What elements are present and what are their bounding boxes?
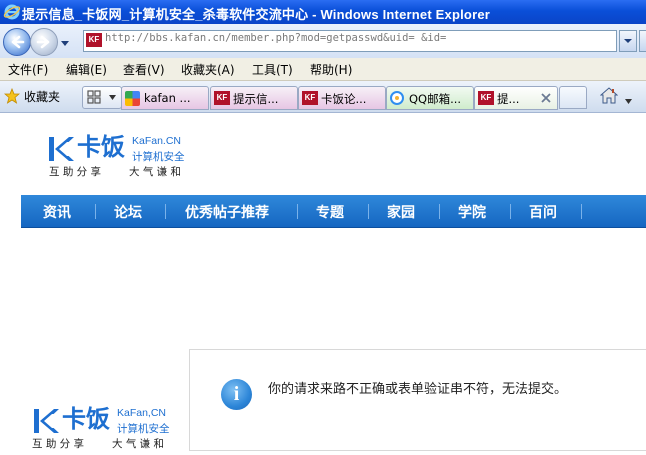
logo-slogan-right: 大 气 谦 和	[129, 166, 182, 178]
window-title-bar: 提示信息_卡饭网_计算机安全_杀毒软件交流中心 - Windows Intern…	[0, 0, 646, 24]
menu-file[interactable]: 文件(F)	[8, 61, 48, 78]
nav-divider	[581, 204, 582, 219]
nav-faq[interactable]: 百问	[529, 202, 557, 222]
tab-label: kafan ...	[144, 91, 191, 105]
logo-slogan-left: 互 助 分 享	[32, 438, 85, 450]
star-icon	[4, 88, 20, 104]
refresh-button[interactable]	[639, 30, 646, 52]
new-tab-button[interactable]	[559, 86, 587, 109]
address-dropdown-button[interactable]	[619, 30, 637, 52]
nav-divider	[95, 204, 96, 219]
quick-tabs-icon	[87, 90, 101, 104]
tab-label: 提...	[497, 92, 520, 106]
chevron-down-icon	[624, 39, 632, 43]
nav-topics[interactable]: 专题	[316, 202, 344, 222]
nav-home[interactable]: 家园	[387, 202, 415, 222]
home-dropdown[interactable]	[625, 93, 632, 107]
tab-label: 提示信...	[233, 92, 279, 106]
nav-divider	[368, 204, 369, 219]
internet-explorer-icon	[3, 3, 21, 21]
info-icon: i	[221, 379, 252, 410]
tab-notice[interactable]: KF 提示信...	[210, 86, 298, 110]
menu-view[interactable]: 查看(V)	[123, 61, 165, 78]
nav-featured-posts[interactable]: 优秀帖子推荐	[185, 202, 269, 222]
menu-favorites[interactable]: 收藏夹(A)	[181, 61, 235, 78]
home-button[interactable]	[599, 87, 619, 107]
tab-bar: 收藏夹 kafan ... KF 提示信... KF 卡饭论... QQ邮箱..…	[0, 81, 646, 113]
kafan-favicon: KF	[302, 91, 318, 105]
arrow-right-icon	[36, 35, 50, 49]
home-icon	[599, 87, 619, 104]
tab-kafan-google[interactable]: kafan ...	[121, 86, 209, 110]
site-logo[interactable]: 卡饭 KaFan.CN 计算机安全 互 助 分 享 大 气 谦 和	[47, 133, 197, 181]
qq-mail-icon	[390, 91, 404, 105]
tab-qq-mail[interactable]: QQ邮箱...	[386, 86, 474, 110]
close-icon[interactable]	[541, 93, 551, 103]
quick-tabs-button[interactable]	[82, 86, 122, 109]
logo-name: 卡饭	[62, 406, 110, 433]
nav-divider	[165, 204, 166, 219]
nav-divider	[439, 204, 440, 219]
logo-slogan-right: 大 气 谦 和	[112, 438, 165, 450]
favorites-label: 收藏夹	[24, 90, 61, 104]
tab-kafan-forum[interactable]: KF 卡饭论...	[298, 86, 386, 110]
logo-category: 计算机安全	[117, 423, 170, 435]
tab-label: 卡饭论...	[321, 92, 367, 106]
nav-news[interactable]: 资讯	[43, 202, 71, 222]
kafan-favicon: KF	[478, 91, 494, 105]
logo-slogan-left: 互 助 分 享	[49, 166, 102, 178]
kafan-favicon: KF	[214, 91, 230, 105]
kafan-favicon: KF	[86, 33, 102, 47]
error-message: 你的请求来路不正确或表单验证串不符，无法提交。	[268, 382, 568, 397]
chevron-down-icon	[625, 99, 632, 104]
nav-divider	[297, 204, 298, 219]
menu-help[interactable]: 帮助(H)	[310, 61, 352, 78]
logo-category: 计算机安全	[132, 151, 185, 163]
kafan-k-logo-icon	[49, 137, 74, 161]
logo-domain: KaFan.CN	[132, 135, 182, 147]
menu-edit[interactable]: 编辑(E)	[66, 61, 107, 78]
tab-active-notice[interactable]: KF 提...	[474, 86, 558, 110]
google-icon	[125, 91, 140, 106]
menu-tools[interactable]: 工具(T)	[252, 61, 293, 78]
footer-logo[interactable]: 卡饭 KaFan,CN 计算机安全 互 助 分 享 大 气 谦 和	[32, 405, 182, 453]
forward-button[interactable]	[30, 28, 58, 56]
menu-bar: 文件(F) 编辑(E) 查看(V) 收藏夹(A) 工具(T) 帮助(H)	[0, 58, 646, 81]
kafan-k-logo-icon	[34, 409, 59, 433]
chevron-down-icon	[109, 95, 116, 100]
nav-academy[interactable]: 学院	[458, 202, 486, 222]
logo-name: 卡饭	[77, 134, 125, 161]
nav-divider	[510, 204, 511, 219]
nav-forum[interactable]: 论坛	[114, 202, 142, 222]
address-url: http://bbs.kafan.cn/member.php?mod=getpa…	[105, 32, 447, 44]
message-box	[189, 349, 646, 451]
chevron-down-icon	[61, 41, 69, 46]
site-nav: 资讯 论坛 优秀帖子推荐 专题 家园 学院 百问	[21, 195, 646, 228]
logo-domain: KaFan,CN	[117, 407, 167, 419]
tab-label: QQ邮箱...	[409, 92, 462, 106]
window-title: 提示信息_卡饭网_计算机安全_杀毒软件交流中心 - Windows Intern…	[22, 7, 491, 22]
arrow-left-icon	[11, 35, 25, 49]
recent-pages-dropdown[interactable]	[60, 37, 70, 51]
back-button[interactable]	[3, 28, 31, 56]
address-toolbar: KF http://bbs.kafan.cn/member.php?mod=ge…	[0, 24, 646, 58]
